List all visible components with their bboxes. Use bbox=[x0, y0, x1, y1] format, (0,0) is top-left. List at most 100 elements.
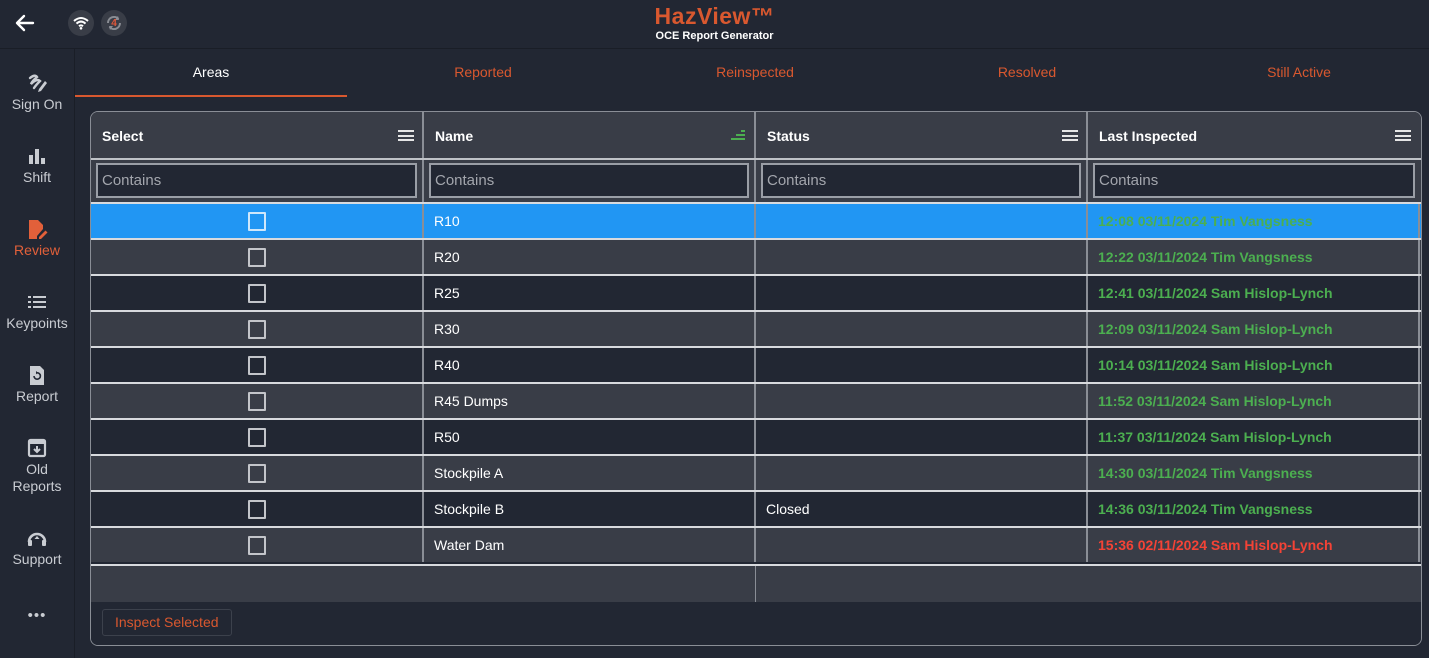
select-cell bbox=[91, 348, 424, 382]
table-row[interactable]: R40 10:14 03/11/2024 Sam Hislop-Lynch bbox=[91, 346, 1421, 382]
sidebar-item-shift[interactable]: Shift bbox=[0, 145, 74, 186]
name-cell: R50 bbox=[424, 420, 756, 454]
headset-icon bbox=[27, 532, 47, 546]
filter-status-input[interactable] bbox=[761, 163, 1081, 198]
report-refresh-icon bbox=[30, 366, 44, 385]
row-checkbox[interactable] bbox=[248, 392, 266, 411]
areas-grid: Select Name Status Last Inspected Contai… bbox=[90, 111, 1422, 646]
row-checkbox[interactable] bbox=[248, 284, 266, 303]
grid-footer: Inspect Selected bbox=[91, 602, 1421, 645]
last-inspected-cell: 11:52 03/11/2024 Sam Hislop-Lynch bbox=[1088, 384, 1420, 418]
select-cell bbox=[91, 528, 424, 562]
last-inspected-cell: 10:14 03/11/2024 Sam Hislop-Lynch bbox=[1088, 348, 1420, 382]
inspect-selected-button[interactable]: Inspect Selected bbox=[102, 609, 232, 636]
status-cell bbox=[756, 240, 1088, 274]
sidebar-item-sign-on[interactable]: Sign On bbox=[0, 72, 74, 113]
row-checkbox[interactable] bbox=[248, 536, 266, 555]
sidebar-item-old-reports[interactable]: Old Reports bbox=[0, 437, 74, 495]
app-subtitle: OCE Report Generator bbox=[655, 30, 774, 42]
top-bar: 4 HazView™ OCE Report Generator bbox=[0, 0, 1429, 49]
filter-name-input[interactable] bbox=[429, 163, 749, 198]
last-inspected-cell: 12:09 03/11/2024 Sam Hislop-Lynch bbox=[1088, 312, 1420, 346]
status-cell bbox=[756, 348, 1088, 382]
status-cell: Closed bbox=[756, 492, 1088, 526]
sidebar-item-review[interactable]: Review bbox=[0, 218, 74, 259]
app-title: HazView™ bbox=[654, 3, 775, 29]
row-checkbox[interactable] bbox=[248, 500, 266, 519]
filter-cell-status bbox=[756, 160, 1088, 202]
row-checkbox[interactable] bbox=[248, 248, 266, 267]
select-cell bbox=[91, 492, 424, 526]
row-checkbox[interactable] bbox=[248, 464, 266, 483]
more-icon: ••• bbox=[27, 607, 47, 624]
table-row[interactable]: R45 Dumps 11:52 03/11/2024 Sam Hislop-Lyn… bbox=[91, 382, 1421, 418]
select-cell bbox=[91, 276, 424, 310]
name-cell: R30 bbox=[424, 312, 756, 346]
grid-empty-area bbox=[91, 564, 1421, 604]
signature-icon bbox=[28, 74, 47, 92]
last-inspected-cell: 14:30 03/11/2024 Tim Vangsness bbox=[1088, 456, 1420, 490]
column-menu-icon[interactable] bbox=[1395, 130, 1411, 141]
filter-select-input[interactable] bbox=[96, 163, 417, 198]
status-cell bbox=[756, 456, 1088, 490]
table-row[interactable]: Stockpile B Closed 14:36 03/11/2024 Tim Va… bbox=[91, 490, 1421, 526]
row-checkbox[interactable] bbox=[248, 320, 266, 339]
sidebar-item-keypoints[interactable]: Keypoints bbox=[0, 291, 74, 332]
table-row[interactable]: R30 12:09 03/11/2024 Sam Hislop-Lynch bbox=[91, 310, 1421, 346]
sort-ascending-icon[interactable] bbox=[731, 130, 745, 141]
column-header-name[interactable]: Name bbox=[424, 112, 756, 158]
sidebar: Sign On Shift Review Keypoints Report Ol… bbox=[0, 49, 75, 658]
grid-header: Select Name Status Last Inspected bbox=[91, 112, 1421, 160]
name-cell: R20 bbox=[424, 240, 756, 274]
name-cell: R45 Dumps bbox=[424, 384, 756, 418]
last-inspected-cell: 12:08 03/11/2024 Tim Vangsness bbox=[1088, 204, 1420, 238]
tab-bar: Areas Reported Reinspected Resolved Stil… bbox=[75, 52, 1429, 97]
row-checkbox[interactable] bbox=[248, 356, 266, 375]
name-cell: Stockpile B bbox=[424, 492, 756, 526]
row-checkbox[interactable] bbox=[248, 428, 266, 447]
name-cell: Water Dam bbox=[424, 528, 756, 562]
column-header-last-inspected[interactable]: Last Inspected bbox=[1088, 112, 1420, 158]
column-header-select[interactable]: Select bbox=[91, 112, 424, 158]
name-cell: Stockpile A bbox=[424, 456, 756, 490]
column-menu-icon[interactable] bbox=[398, 130, 414, 141]
tab-still-active[interactable]: Still Active bbox=[1163, 52, 1429, 95]
name-cell: R10 bbox=[424, 204, 756, 238]
tab-reinspected[interactable]: Reinspected bbox=[619, 52, 891, 95]
row-checkbox[interactable] bbox=[248, 212, 266, 231]
status-cell bbox=[756, 420, 1088, 454]
name-cell: R25 bbox=[424, 276, 756, 310]
sidebar-item-report[interactable]: Report bbox=[0, 364, 74, 405]
tab-resolved[interactable]: Resolved bbox=[891, 52, 1163, 95]
app-branding: HazView™ OCE Report Generator bbox=[0, 3, 1429, 43]
select-cell bbox=[91, 204, 424, 238]
filter-cell-name bbox=[424, 160, 756, 202]
select-cell bbox=[91, 240, 424, 274]
more-options-button[interactable]: ••• bbox=[0, 607, 74, 624]
table-row[interactable]: Water Dam 15:36 02/11/2024 Sam Hislop-Lyn… bbox=[91, 526, 1421, 562]
status-cell bbox=[756, 276, 1088, 310]
select-cell bbox=[91, 420, 424, 454]
last-inspected-cell: 11:37 03/11/2024 Sam Hislop-Lynch bbox=[1088, 420, 1420, 454]
filter-last-inspected-input[interactable] bbox=[1093, 163, 1415, 198]
archive-icon bbox=[27, 438, 47, 458]
tab-areas[interactable]: Areas bbox=[75, 52, 347, 97]
table-row[interactable]: R25 12:41 03/11/2024 Sam Hislop-Lynch bbox=[91, 274, 1421, 310]
table-row[interactable]: Stockpile A 14:30 03/11/2024 Tim Vangsnes… bbox=[91, 454, 1421, 490]
status-cell bbox=[756, 528, 1088, 562]
last-inspected-cell: 14:36 03/11/2024 Tim Vangsness bbox=[1088, 492, 1420, 526]
column-menu-icon[interactable] bbox=[1062, 130, 1078, 141]
tab-reported[interactable]: Reported bbox=[347, 52, 619, 95]
column-header-status[interactable]: Status bbox=[756, 112, 1088, 158]
table-row[interactable]: R50 11:37 03/11/2024 Sam Hislop-Lynch bbox=[91, 418, 1421, 454]
table-row[interactable]: R10 12:08 03/11/2024 Tim Vangsness bbox=[91, 202, 1421, 238]
last-inspected-cell: 15:36 02/11/2024 Sam Hislop-Lynch bbox=[1088, 528, 1420, 562]
table-row[interactable]: R20 12:22 03/11/2024 Tim Vangsness bbox=[91, 238, 1421, 274]
sidebar-item-support[interactable]: Support bbox=[0, 527, 74, 568]
last-inspected-cell: 12:41 03/11/2024 Sam Hislop-Lynch bbox=[1088, 276, 1420, 310]
select-cell bbox=[91, 384, 424, 418]
bar-chart-icon bbox=[29, 149, 45, 164]
status-cell bbox=[756, 204, 1088, 238]
edit-document-icon bbox=[29, 220, 48, 239]
filter-cell-last-inspected bbox=[1088, 160, 1420, 202]
